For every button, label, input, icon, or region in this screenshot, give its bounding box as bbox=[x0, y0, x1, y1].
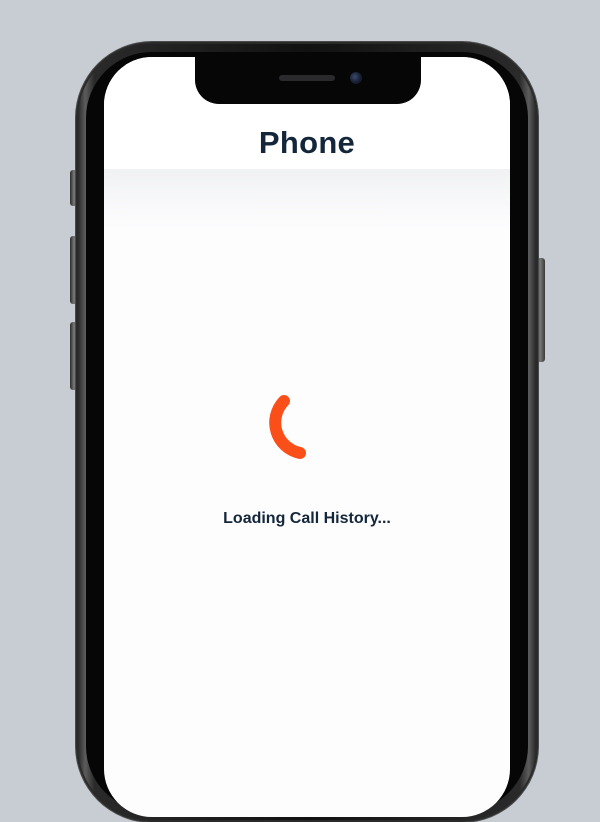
front-camera bbox=[350, 72, 362, 84]
spinner-arc bbox=[269, 395, 306, 459]
loading-status-text: Loading Call History... bbox=[223, 510, 391, 527]
notch bbox=[195, 57, 421, 104]
loading-spinner-icon bbox=[269, 395, 306, 459]
phone-screen: Phone Loading Call History... bbox=[104, 57, 510, 817]
header-shadow bbox=[104, 169, 510, 229]
earpiece-speaker bbox=[279, 75, 335, 81]
page-title: Phone bbox=[258, 125, 356, 160]
